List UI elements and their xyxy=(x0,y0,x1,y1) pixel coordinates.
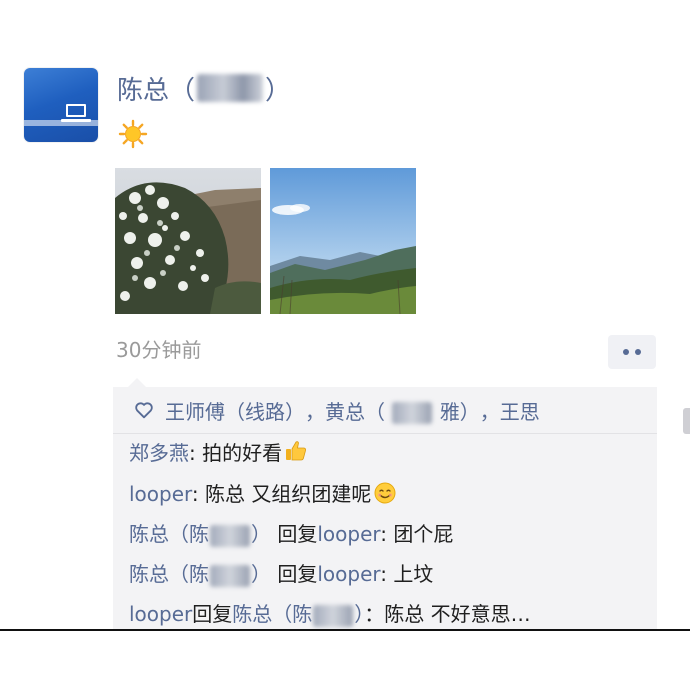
comment-panel-caret xyxy=(128,378,146,387)
mountain-sky-photo[interactable] xyxy=(270,168,416,314)
smile-icon xyxy=(374,482,396,504)
laptop-base xyxy=(61,119,91,122)
liker-name-suffix: 雅） xyxy=(439,399,480,424)
comment-item[interactable]: looper回复陈总（陈 ）：陈总 不好意思… xyxy=(129,598,531,627)
reply-target-name[interactable]: looper xyxy=(317,562,380,586)
commenter-name[interactable]: looper xyxy=(129,602,192,626)
more-actions-button[interactable] xyxy=(608,335,656,369)
commenter-name[interactable]: 陈总（陈 ） xyxy=(129,522,271,547)
blank-bottom-area xyxy=(0,631,690,690)
redacted-name-block xyxy=(392,402,433,424)
laptop-icon xyxy=(66,104,86,117)
comment-panel: 王师傅（线路） ， 黄总（ 雅） ， 王思 郑多燕: 拍的好看 looper: … xyxy=(113,387,657,637)
commenter-name-suffix: ） xyxy=(251,562,271,586)
commenter-name-prefix: 陈总（陈 xyxy=(129,562,209,586)
sun-icon xyxy=(118,119,148,149)
redacted-name-block xyxy=(210,564,250,587)
reply-target-prefix: 陈总（陈 xyxy=(232,602,313,626)
comment-text: : 陈总 又组织团建呢 xyxy=(191,482,372,506)
comment-item[interactable]: 陈总（陈 ） 回复looper: 上坟 xyxy=(129,558,433,587)
reply-word: 回复 xyxy=(277,562,318,586)
reply-target-name[interactable]: looper xyxy=(317,522,380,546)
likes-row: 王师傅（线路） ， 黄总（ 雅） ， 王思 xyxy=(113,387,657,434)
scroll-edge-marker xyxy=(683,408,690,434)
likes-separator: ， xyxy=(479,399,500,424)
liker-name[interactable]: 黄总（ 雅） xyxy=(325,396,480,425)
comment-item[interactable]: looper: 陈总 又组织团建呢 xyxy=(129,478,397,507)
comment-text: : 拍的好看 xyxy=(189,441,283,465)
heart-icon xyxy=(135,402,153,419)
likes-separator: ， xyxy=(305,399,325,424)
comment-text: : 上坟 xyxy=(380,562,434,586)
more-dot-icon xyxy=(635,349,641,355)
reply-word: 回复 xyxy=(192,602,233,626)
post-time: 30分钟前 xyxy=(116,338,202,362)
redacted-name-block xyxy=(313,604,354,627)
author-name[interactable]: 陈总（ ） xyxy=(117,68,291,108)
redacted-name-block xyxy=(210,524,250,547)
commenter-name[interactable]: 陈总（陈 ） xyxy=(129,562,271,587)
author-avatar[interactable] xyxy=(24,68,98,142)
commenter-name[interactable]: looper xyxy=(129,482,192,506)
commenter-name[interactable]: 郑多燕 xyxy=(129,441,189,465)
more-dot-icon xyxy=(623,349,629,355)
comment-item[interactable]: 郑多燕: 拍的好看 xyxy=(129,437,308,466)
author-name-suffix: ） xyxy=(265,75,292,106)
liker-name-prefix: 黄总（ xyxy=(325,399,385,424)
comment-text: ：陈总 不好意思… xyxy=(364,602,531,626)
thumbs-up-icon xyxy=(286,441,307,461)
liker-name[interactable]: 王思 xyxy=(500,396,540,425)
author-name-prefix: 陈总（ xyxy=(117,75,196,106)
comment-item[interactable]: 陈总（陈 ） 回复looper: 团个屁 xyxy=(129,518,453,547)
reply-target-suffix: ） xyxy=(354,602,365,626)
redacted-name-block xyxy=(197,74,264,102)
reply-word: 回复 xyxy=(277,522,318,546)
commenter-name-suffix: ） xyxy=(251,522,271,546)
liker-name[interactable]: 王师傅（线路） xyxy=(165,396,305,425)
reply-target-name[interactable]: 陈总（陈 ） xyxy=(232,602,365,627)
commenter-name-prefix: 陈总（陈 xyxy=(129,522,209,546)
comment-text: : 团个屁 xyxy=(380,522,454,546)
flowering-tree-photo[interactable] xyxy=(115,168,261,314)
